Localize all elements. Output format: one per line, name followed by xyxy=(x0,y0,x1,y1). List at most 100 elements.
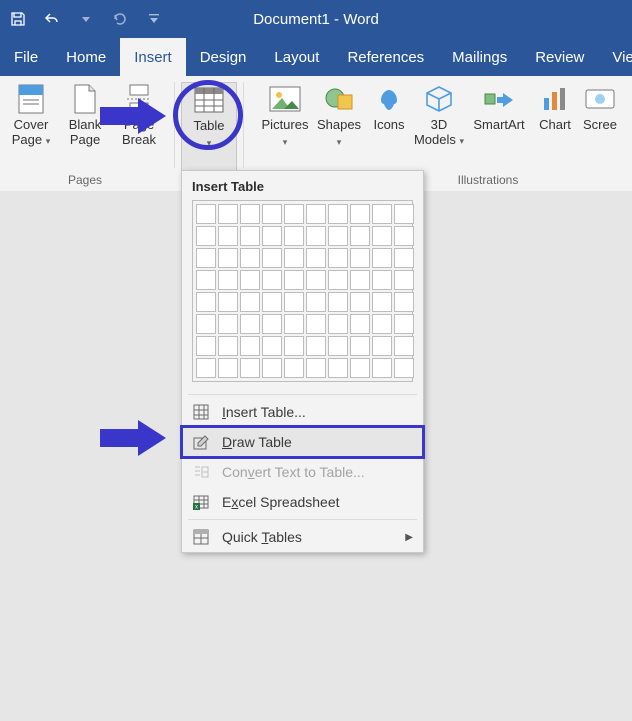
tab-home[interactable]: Home xyxy=(52,38,120,76)
grid-cell[interactable] xyxy=(196,248,216,268)
grid-cell[interactable] xyxy=(218,336,238,356)
grid-cell[interactable] xyxy=(262,336,282,356)
grid-cell[interactable] xyxy=(350,226,370,246)
grid-cell[interactable] xyxy=(262,270,282,290)
tab-references[interactable]: References xyxy=(333,38,438,76)
grid-cell[interactable] xyxy=(262,248,282,268)
grid-cell[interactable] xyxy=(350,358,370,378)
tab-mailings[interactable]: Mailings xyxy=(438,38,521,76)
grid-cell[interactable] xyxy=(218,358,238,378)
grid-cell[interactable] xyxy=(218,292,238,312)
grid-cell[interactable] xyxy=(284,226,304,246)
grid-cell[interactable] xyxy=(328,292,348,312)
grid-cell[interactable] xyxy=(306,314,326,334)
chart-button[interactable]: Chart xyxy=(532,82,578,172)
grid-cell[interactable] xyxy=(218,314,238,334)
grid-cell[interactable] xyxy=(394,226,414,246)
save-icon[interactable] xyxy=(8,9,28,29)
grid-cell[interactable] xyxy=(394,336,414,356)
grid-cell[interactable] xyxy=(196,292,216,312)
menu-quick-tables[interactable]: Quick Tables ▶ xyxy=(182,522,423,552)
grid-cell[interactable] xyxy=(350,292,370,312)
grid-cell[interactable] xyxy=(372,292,392,312)
grid-cell[interactable] xyxy=(262,292,282,312)
grid-cell[interactable] xyxy=(284,314,304,334)
grid-cell[interactable] xyxy=(306,248,326,268)
icons-button[interactable]: Icons xyxy=(366,82,412,172)
cover-page-button[interactable]: CoverPage ▾ xyxy=(4,82,58,172)
grid-cell[interactable] xyxy=(350,248,370,268)
grid-cell[interactable] xyxy=(394,204,414,224)
menu-insert-table[interactable]: Insert Table... xyxy=(182,397,423,427)
grid-cell[interactable] xyxy=(328,336,348,356)
grid-cell[interactable] xyxy=(262,226,282,246)
grid-cell[interactable] xyxy=(394,248,414,268)
tab-file[interactable]: File xyxy=(0,38,52,76)
grid-cell[interactable] xyxy=(284,336,304,356)
grid-cell[interactable] xyxy=(262,204,282,224)
grid-cell[interactable] xyxy=(306,226,326,246)
grid-cell[interactable] xyxy=(372,358,392,378)
grid-cell[interactable] xyxy=(350,204,370,224)
grid-cell[interactable] xyxy=(240,204,260,224)
grid-cell[interactable] xyxy=(350,314,370,334)
grid-cell[interactable] xyxy=(196,270,216,290)
grid-cell[interactable] xyxy=(196,314,216,334)
grid-cell[interactable] xyxy=(372,204,392,224)
grid-cell[interactable] xyxy=(306,358,326,378)
grid-cell[interactable] xyxy=(218,226,238,246)
grid-cell[interactable] xyxy=(240,292,260,312)
tab-insert[interactable]: Insert xyxy=(120,38,186,76)
grid-cell[interactable] xyxy=(196,226,216,246)
grid-cell[interactable] xyxy=(328,270,348,290)
pictures-button[interactable]: Pictures ▾ xyxy=(258,82,312,172)
grid-cell[interactable] xyxy=(240,358,260,378)
shapes-button[interactable]: Shapes ▾ xyxy=(312,82,366,172)
grid-cell[interactable] xyxy=(240,336,260,356)
grid-cell[interactable] xyxy=(394,358,414,378)
grid-cell[interactable] xyxy=(284,248,304,268)
grid-cell[interactable] xyxy=(196,336,216,356)
grid-cell[interactable] xyxy=(328,204,348,224)
grid-cell[interactable] xyxy=(284,292,304,312)
grid-cell[interactable] xyxy=(306,204,326,224)
undo-icon[interactable] xyxy=(42,9,62,29)
grid-cell[interactable] xyxy=(306,292,326,312)
grid-cell[interactable] xyxy=(306,336,326,356)
grid-cell[interactable] xyxy=(218,204,238,224)
grid-cell[interactable] xyxy=(372,336,392,356)
tab-view[interactable]: Vie xyxy=(598,38,632,76)
grid-cell[interactable] xyxy=(218,248,238,268)
smartart-button[interactable]: SmartArt xyxy=(466,82,532,172)
grid-cell[interactable] xyxy=(240,314,260,334)
insert-table-grid[interactable] xyxy=(182,200,423,392)
grid-cell[interactable] xyxy=(284,204,304,224)
grid-cell[interactable] xyxy=(394,314,414,334)
grid-cell[interactable] xyxy=(372,270,392,290)
menu-excel-spreadsheet[interactable]: x Excel Spreadsheet xyxy=(182,487,423,517)
grid-cell[interactable] xyxy=(306,270,326,290)
undo-more-icon[interactable] xyxy=(76,9,96,29)
grid-cell[interactable] xyxy=(328,314,348,334)
menu-draw-table[interactable]: Draw Table xyxy=(182,427,423,457)
grid-cell[interactable] xyxy=(262,314,282,334)
grid-cell[interactable] xyxy=(196,358,216,378)
3d-models-button[interactable]: 3DModels ▾ xyxy=(412,82,466,172)
tab-layout[interactable]: Layout xyxy=(260,38,333,76)
redo-icon[interactable] xyxy=(110,9,130,29)
grid-cell[interactable] xyxy=(350,270,370,290)
grid-cell[interactable] xyxy=(350,336,370,356)
tab-review[interactable]: Review xyxy=(521,38,598,76)
grid-cell[interactable] xyxy=(328,226,348,246)
grid-cell[interactable] xyxy=(372,226,392,246)
grid-cell[interactable] xyxy=(328,358,348,378)
grid-cell[interactable] xyxy=(196,204,216,224)
grid-cell[interactable] xyxy=(284,358,304,378)
grid-cell[interactable] xyxy=(240,226,260,246)
tab-design[interactable]: Design xyxy=(186,38,261,76)
grid-cell[interactable] xyxy=(372,248,392,268)
screenshot-button[interactable]: Scree xyxy=(578,82,622,172)
grid-cell[interactable] xyxy=(240,248,260,268)
grid-cell[interactable] xyxy=(394,292,414,312)
qat-customize-icon[interactable] xyxy=(144,9,164,29)
